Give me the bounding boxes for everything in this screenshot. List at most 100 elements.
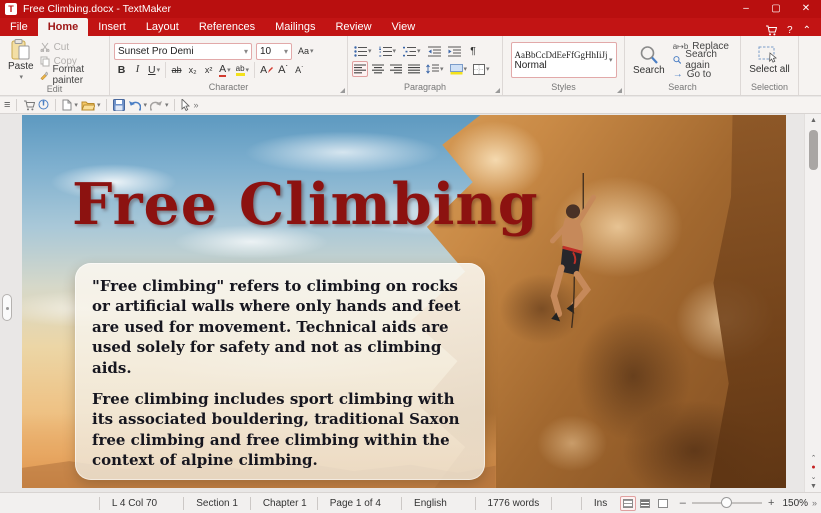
zoom-slider-knob[interactable] bbox=[721, 497, 732, 508]
browse-object-icon[interactable]: ● bbox=[811, 464, 815, 471]
ribbon-filler bbox=[799, 36, 821, 95]
tab-file[interactable]: File bbox=[0, 18, 38, 36]
scroll-down-icon[interactable]: ▼ bbox=[810, 483, 817, 490]
subscript-button[interactable]: x₂ bbox=[185, 62, 200, 78]
document-page[interactable]: Free Climbing "Free climbing" refers to … bbox=[22, 115, 786, 488]
view-continuous-button[interactable] bbox=[638, 496, 654, 511]
page-indicator[interactable]: Page 1 of 4 bbox=[318, 498, 401, 509]
statusbar-overflow-icon[interactable]: » bbox=[812, 498, 821, 508]
insert-mode-indicator[interactable]: Ins bbox=[582, 498, 619, 509]
shrink-font-button[interactable]: A˙ bbox=[292, 62, 307, 78]
textmaker-window: T Free Climbing.docx - TextMaker – ▢ ✕ F… bbox=[0, 0, 821, 513]
bold-button[interactable]: B bbox=[114, 62, 129, 78]
object-mode-icon[interactable] bbox=[181, 99, 190, 111]
scroll-up-icon[interactable]: ▲ bbox=[805, 114, 821, 128]
style-preview: AaBbCcDdEeFfGgHhIiJj bbox=[515, 50, 608, 60]
tab-home[interactable]: Home bbox=[38, 18, 89, 36]
tab-view[interactable]: View bbox=[382, 18, 426, 36]
decrease-indent-icon bbox=[428, 46, 441, 57]
touch-mode-icon[interactable] bbox=[38, 99, 49, 111]
go-to-button[interactable]: → Go to bbox=[673, 68, 736, 81]
font-size-select[interactable]: 10▾ bbox=[256, 43, 292, 60]
strikethrough-button[interactable]: ab bbox=[169, 62, 184, 78]
align-left-button[interactable] bbox=[352, 61, 368, 77]
help-icon[interactable]: ? bbox=[787, 25, 793, 36]
paste-button[interactable]: Paste ▾ bbox=[4, 38, 38, 84]
shop-cart-icon[interactable] bbox=[765, 25, 777, 36]
document-text-box[interactable]: "Free climbing" refers to climbing on ro… bbox=[75, 263, 485, 480]
tab-insert[interactable]: Insert bbox=[88, 18, 136, 36]
font-name-select[interactable]: Sunset Pro Demi▾ bbox=[114, 43, 252, 60]
new-document-button[interactable]: ▾ bbox=[62, 99, 78, 111]
open-document-button[interactable]: ▾ bbox=[81, 100, 101, 111]
zoom-level[interactable]: 150% bbox=[774, 498, 812, 509]
minimize-button[interactable]: – bbox=[731, 0, 761, 18]
maximize-button[interactable]: ▢ bbox=[761, 0, 791, 18]
style-picker[interactable]: AaBbCcDdEeFfGgHhIiJj Normal ▾ bbox=[511, 42, 617, 78]
numbered-list-button[interactable]: ▾ bbox=[377, 43, 399, 59]
title-bar: T Free Climbing.docx - TextMaker – ▢ ✕ bbox=[0, 0, 821, 18]
italic-button[interactable]: I bbox=[130, 62, 145, 78]
styles-dialog-launcher[interactable] bbox=[617, 88, 622, 93]
grow-font-button[interactable]: A˙ bbox=[276, 62, 291, 78]
zoom-slider[interactable] bbox=[692, 502, 762, 504]
bullet-list-button[interactable]: ▾ bbox=[352, 43, 374, 59]
sidebar-handle[interactable] bbox=[2, 294, 12, 321]
cart-icon[interactable] bbox=[23, 100, 35, 111]
styles-dropdown-icon[interactable]: ▾ bbox=[609, 56, 613, 64]
increase-indent-button[interactable] bbox=[446, 43, 463, 59]
paragraph-dialog-launcher[interactable] bbox=[495, 88, 500, 93]
previous-object-icon[interactable]: ⌃ bbox=[811, 454, 817, 462]
language-indicator[interactable]: English bbox=[402, 498, 475, 509]
close-button[interactable]: ✕ bbox=[791, 0, 821, 18]
justify-button[interactable] bbox=[406, 61, 422, 77]
align-center-button[interactable] bbox=[370, 61, 386, 77]
vertical-scrollbar[interactable]: ▲ ⌃ ● ⌄ ▼ bbox=[804, 114, 821, 492]
change-case-button[interactable]: Aa▾ bbox=[296, 43, 316, 59]
tab-review[interactable]: Review bbox=[325, 18, 381, 36]
select-all-button[interactable]: Select all bbox=[745, 45, 794, 76]
toolbar-overflow-icon[interactable]: » bbox=[193, 100, 198, 110]
zoom-out-button[interactable]: – bbox=[680, 497, 686, 509]
section-indicator[interactable]: Section 1 bbox=[184, 498, 250, 509]
shading-button[interactable]: ▾ bbox=[448, 61, 470, 77]
redo-button[interactable]: ▾ bbox=[150, 100, 169, 111]
cursor-position[interactable]: L 4 Col 70 bbox=[100, 498, 183, 509]
cut-button[interactable]: Cut bbox=[40, 41, 105, 54]
view-normal-button[interactable] bbox=[620, 496, 636, 511]
scrollbar-thumb[interactable] bbox=[809, 130, 818, 170]
search-icon bbox=[639, 45, 659, 65]
group-label-selection: Selection bbox=[741, 82, 798, 95]
justify-icon bbox=[408, 64, 420, 74]
ribbon-tab-bar: File Home Insert Layout References Maili… bbox=[0, 18, 821, 36]
formatting-marks-button[interactable]: ¶ bbox=[466, 43, 481, 59]
sidebar-toggle-icon[interactable]: ≡ bbox=[4, 99, 10, 111]
decrease-indent-button[interactable] bbox=[426, 43, 443, 59]
tab-layout[interactable]: Layout bbox=[136, 18, 189, 36]
document-title: Free Climbing bbox=[72, 171, 539, 238]
underline-button[interactable]: U▾ bbox=[146, 62, 162, 78]
character-dialog-launcher[interactable] bbox=[340, 88, 345, 93]
search-button[interactable]: Search bbox=[629, 44, 669, 77]
paste-icon bbox=[11, 39, 31, 61]
multilevel-list-button[interactable]: ▾ bbox=[401, 43, 423, 59]
font-color-button[interactable]: A▾ bbox=[217, 62, 233, 78]
character-style-button[interactable]: A bbox=[258, 62, 275, 78]
chapter-indicator[interactable]: Chapter 1 bbox=[251, 498, 317, 509]
next-object-icon[interactable]: ⌄ bbox=[811, 473, 817, 481]
view-outline-button[interactable] bbox=[655, 496, 671, 511]
format-painter-button[interactable]: Format painter bbox=[40, 69, 105, 82]
borders-button[interactable]: ▾ bbox=[471, 61, 492, 77]
search-again-button[interactable]: Search again bbox=[673, 54, 736, 67]
collapse-ribbon-icon[interactable]: ⌃ bbox=[803, 25, 811, 36]
paste-dropdown-icon[interactable]: ▾ bbox=[20, 72, 24, 83]
line-spacing-button[interactable]: ▾ bbox=[424, 61, 446, 77]
highlight-button[interactable]: ab▾ bbox=[234, 62, 251, 78]
tab-mailings[interactable]: Mailings bbox=[265, 18, 325, 36]
superscript-button[interactable]: x² bbox=[201, 62, 216, 78]
tab-references[interactable]: References bbox=[189, 18, 265, 36]
align-right-button[interactable] bbox=[388, 61, 404, 77]
undo-button[interactable]: ▾ bbox=[128, 100, 147, 111]
word-count[interactable]: 1776 words bbox=[476, 498, 552, 509]
save-button[interactable] bbox=[113, 99, 125, 111]
